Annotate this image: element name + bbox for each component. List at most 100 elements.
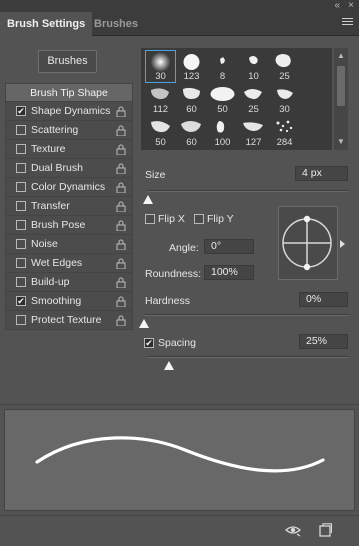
setting-brush-tip-shape[interactable]: Brush Tip Shape	[5, 83, 133, 102]
new-preset-icon[interactable]	[318, 523, 333, 540]
brush-preset[interactable]: 25	[269, 50, 300, 83]
angle-roundness-widget[interactable]	[278, 206, 338, 280]
setting-item[interactable]: ✔ Smoothing	[5, 292, 133, 311]
spacing-checkbox[interactable]: ✔	[144, 338, 154, 348]
setting-label: Scattering	[31, 124, 79, 136]
lock-icon[interactable]	[116, 220, 126, 231]
brush-preset[interactable]: 60	[176, 83, 207, 116]
setting-item[interactable]: Wet Edges	[5, 254, 133, 273]
angle-arrow-icon[interactable]	[340, 240, 345, 248]
brush-preset-size: 10	[248, 71, 259, 82]
brush-preset-size: 60	[186, 137, 197, 148]
setting-checkbox[interactable]: ✔	[16, 106, 26, 116]
angle-field[interactable]: 0°	[204, 239, 254, 254]
brush-preset[interactable]: 112	[145, 83, 176, 116]
brush-preset[interactable]: 30	[269, 83, 300, 116]
setting-item[interactable]: Scattering	[5, 121, 133, 140]
lock-icon[interactable]	[116, 125, 126, 136]
lock-icon[interactable]	[116, 296, 126, 307]
tab-brush-settings[interactable]: Brush Settings	[0, 12, 93, 36]
lock-icon[interactable]	[116, 258, 126, 269]
setting-checkbox[interactable]	[16, 163, 26, 173]
lock-icon[interactable]	[116, 163, 126, 174]
hardness-field[interactable]: 0%	[299, 292, 348, 307]
tab-brushes[interactable]: Brushes	[87, 12, 145, 36]
setting-item[interactable]: Brush Pose	[5, 216, 133, 235]
lock-icon[interactable]	[116, 315, 126, 326]
panel-menu-icon[interactable]	[342, 18, 353, 28]
tab-bar: Brush Settings Brushes	[0, 12, 359, 36]
spacing-slider-track[interactable]	[148, 356, 348, 358]
brush-preset[interactable]: 127	[238, 116, 269, 149]
brush-preset[interactable]: 10	[238, 50, 269, 83]
setting-label: Smoothing	[31, 295, 82, 307]
setting-checkbox[interactable]	[16, 258, 26, 268]
size-field[interactable]: 4 px	[295, 166, 348, 181]
brush-preset[interactable]: 50	[145, 116, 176, 149]
brush-preset[interactable]: 123	[176, 50, 207, 83]
size-slider-track[interactable]	[148, 190, 348, 192]
brush-preset[interactable]: 50	[207, 83, 238, 116]
brush-preset-size: 25	[248, 104, 259, 115]
setting-checkbox[interactable]	[16, 201, 26, 211]
brush-preset[interactable]: 284	[269, 116, 300, 149]
setting-item[interactable]: Build-up	[5, 273, 133, 292]
flip-x-checkbox[interactable]	[145, 214, 155, 224]
scrollbar-thumb[interactable]	[337, 66, 345, 106]
setting-item[interactable]: Transfer	[5, 197, 133, 216]
flip-y-checkbox[interactable]	[194, 214, 204, 224]
setting-checkbox[interactable]	[16, 182, 26, 192]
setting-checkbox[interactable]	[16, 239, 26, 249]
lock-icon[interactable]	[116, 277, 126, 288]
brush-preset-size: 123	[183, 71, 200, 82]
roundness-label: Roundness:	[145, 268, 202, 280]
lock-icon[interactable]	[116, 239, 126, 250]
brush-preset-size: 127	[245, 137, 262, 148]
spacing-field[interactable]: 25%	[299, 334, 348, 349]
brush-preset-size: 30	[155, 71, 166, 82]
roundness-field[interactable]: 100%	[204, 265, 254, 280]
hardness-slider-track[interactable]	[144, 314, 348, 316]
setting-item[interactable]: Color Dynamics	[5, 178, 133, 197]
scroll-down-icon[interactable]: ▼	[337, 138, 345, 146]
brush-preset-grid[interactable]: 30 123 8 10 25 112 60 50 25 30 50 60 100 127 284	[141, 48, 332, 150]
setting-item[interactable]: ✔ Shape Dynamics	[5, 102, 133, 121]
lock-icon[interactable]	[116, 182, 126, 193]
brush-preset[interactable]: 8	[207, 50, 238, 83]
setting-item[interactable]: Texture	[5, 140, 133, 159]
setting-checkbox[interactable]	[16, 144, 26, 154]
setting-checkbox[interactable]	[16, 315, 26, 325]
lock-icon[interactable]	[116, 144, 126, 155]
angle-circle-icon[interactable]	[279, 207, 339, 281]
preset-scrollbar[interactable]: ▲ ▼	[334, 48, 348, 150]
spacing-label: Spacing	[158, 337, 196, 349]
setting-item[interactable]: Protect Texture	[5, 311, 133, 330]
setting-checkbox[interactable]: ✔	[16, 296, 26, 306]
setting-checkbox[interactable]	[16, 125, 26, 135]
scroll-up-icon[interactable]: ▲	[337, 52, 345, 60]
setting-checkbox[interactable]	[16, 277, 26, 287]
eye-toggle-icon[interactable]	[284, 523, 302, 540]
hardness-slider-thumb[interactable]	[139, 319, 149, 328]
brush-preset[interactable]: 30	[145, 50, 176, 83]
spacing-slider-thumb[interactable]	[164, 361, 174, 370]
setting-item[interactable]: Noise	[5, 235, 133, 254]
close-icon[interactable]: ×	[348, 0, 354, 11]
brush-preset[interactable]: 25	[238, 83, 269, 116]
setting-checkbox[interactable]	[16, 220, 26, 230]
brush-preset-size: 100	[214, 137, 231, 148]
collapse-double-arrow-icon[interactable]: «	[334, 0, 340, 11]
brush-preset[interactable]: 60	[176, 116, 207, 149]
flip-x-label: Flip X	[158, 213, 185, 225]
brushes-button[interactable]: Brushes	[38, 50, 97, 73]
lock-icon[interactable]	[116, 106, 126, 117]
brush-preset-size: 8	[219, 71, 226, 82]
setting-label: Noise	[31, 238, 58, 250]
lock-icon[interactable]	[116, 201, 126, 212]
setting-label: Dual Brush	[31, 162, 83, 174]
brush-preset[interactable]: 100	[207, 116, 238, 149]
setting-item[interactable]: Dual Brush	[5, 159, 133, 178]
brush-preset-size: 60	[186, 104, 197, 115]
brush-preset-size: 30	[279, 104, 290, 115]
size-slider-thumb[interactable]	[143, 195, 153, 204]
